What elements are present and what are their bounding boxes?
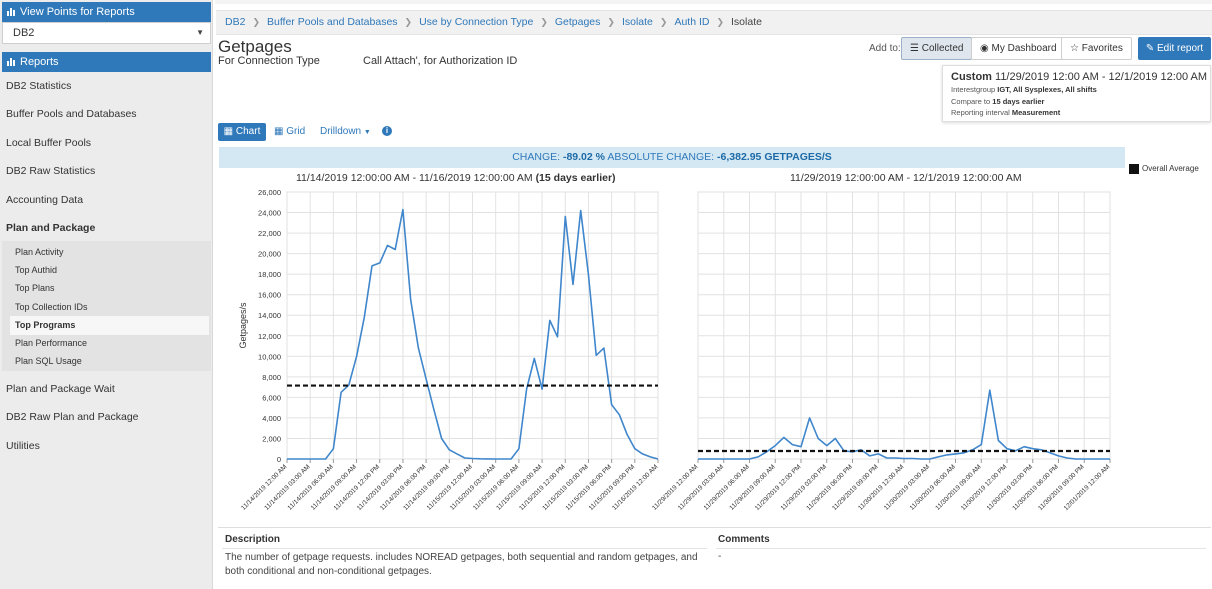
x-tick-label: 11/30/2019 03:00 PM [986, 463, 1035, 512]
charts-canvas: 0 2,000 4,000 6,000 8,000 10,000 12,000 14,000 1… [238, 188, 1112, 512]
comments-text: - [718, 551, 722, 562]
x-tick-label: 11/30/2019 12:00 PM [960, 463, 1009, 512]
x-tick-label: 11/29/2019 03:00 AM [677, 463, 725, 511]
comments-heading: Comments [718, 534, 770, 545]
y-tick-label: 0 [277, 455, 281, 464]
x-tick-label: 11/29/2019 12:00 PM [754, 463, 803, 512]
x-tick-label: 11/29/2019 12:00 AM [651, 463, 699, 511]
x-tick-label: 11/29/2019 06:00 AM [703, 463, 751, 511]
x-tick-label: 11/30/2019 12:00 AM [857, 463, 905, 511]
y-tick-label: 6,000 [262, 393, 281, 402]
y-tick-label: 10,000 [258, 352, 281, 361]
y-axis-label: Getpages/s [238, 302, 248, 349]
x-tick-label: 11/30/2019 06:00 AM [909, 463, 957, 511]
x-tick-label: 11/29/2019 06:00 PM [805, 463, 854, 512]
x-tick-label: 11/29/2019 03:00 PM [780, 463, 829, 512]
x-tick-label: 11/30/2019 03:00 AM [883, 463, 931, 511]
y-tick-label: 2,000 [262, 434, 281, 443]
y-tick-label: 8,000 [262, 373, 281, 382]
description-heading: Description [225, 534, 281, 545]
x-tick-label: 11/30/2019 06:00 PM [1011, 463, 1060, 512]
x-tick-label: 11/29/2019 09:00 AM [728, 463, 776, 511]
y-tick-label: 14,000 [258, 311, 281, 320]
y-tick-label: 16,000 [258, 291, 281, 300]
description-text: The number of getpage requests. includes… [225, 552, 698, 577]
x-tick-label: 11/30/2019 09:00 PM [1037, 463, 1086, 512]
comments-divider [716, 548, 1206, 549]
y-tick-label: 24,000 [258, 209, 281, 218]
x-tick-label: 11/29/2019 09:00 PM [831, 463, 880, 512]
x-tick-label: 12/01/2019 12:00 AM [1063, 463, 1112, 512]
y-tick-label: 22,000 [258, 229, 281, 238]
y-tick-label: 18,000 [258, 270, 281, 279]
x-tick-label: 11/30/2019 09:00 AM [934, 463, 982, 511]
y-tick-label: 4,000 [262, 414, 281, 423]
left-chart: 0 2,000 4,000 6,000 8,000 10,000 12,000 14,000 1… [238, 188, 659, 512]
description-divider [222, 548, 707, 549]
y-tick-label: 12,000 [258, 332, 281, 341]
y-tick-label: 20,000 [258, 250, 281, 259]
right-chart: 11/29/2019 12:00 AM11/29/2019 03:00 AM11… [651, 191, 1112, 512]
y-tick-label: 26,000 [258, 188, 281, 197]
